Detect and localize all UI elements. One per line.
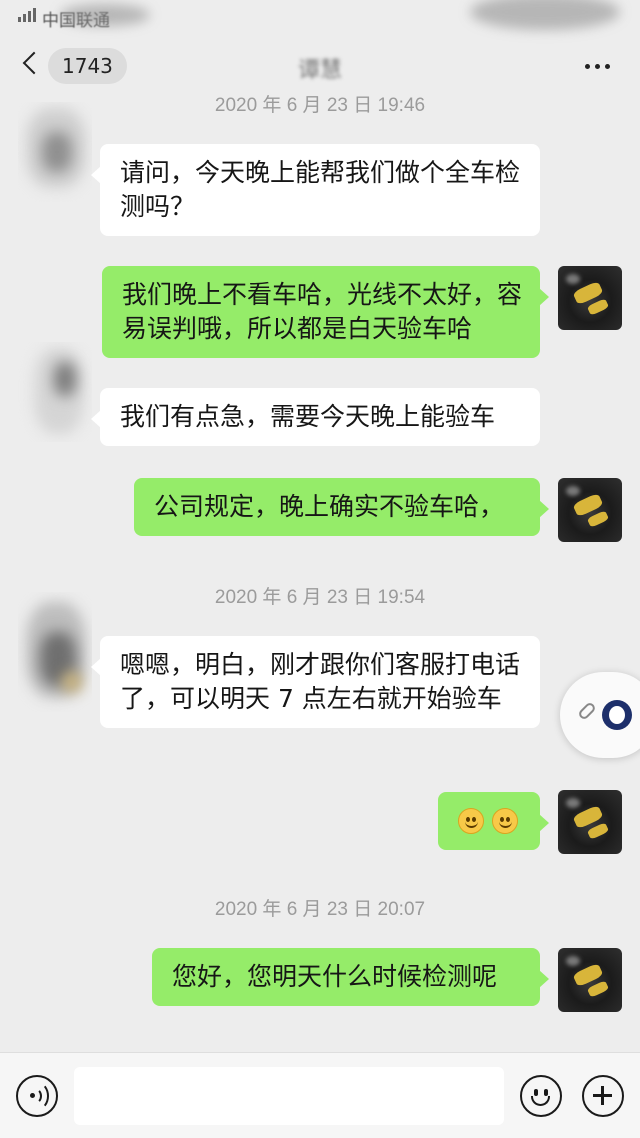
input-bar xyxy=(0,1052,640,1138)
user-avatar[interactable] xyxy=(558,478,622,542)
user-avatar[interactable] xyxy=(558,948,622,1012)
user-avatar[interactable] xyxy=(558,790,622,854)
message-list[interactable]: 2020 年 6 月 23 日 19:46 请问，今天晚上能帮我们做个全车检测吗… xyxy=(0,92,640,1052)
message-timestamp: 2020 年 6 月 23 日 19:54 xyxy=(214,587,426,608)
voice-input-icon[interactable] xyxy=(16,1075,58,1117)
outgoing-emoji-message[interactable] xyxy=(438,792,549,850)
contact-avatar[interactable] xyxy=(18,102,92,202)
more-options-icon[interactable] xyxy=(585,64,610,69)
contact-avatar[interactable] xyxy=(18,592,92,712)
signal-icon xyxy=(18,8,36,22)
message-input[interactable] xyxy=(74,1067,504,1125)
user-avatar[interactable] xyxy=(558,266,622,330)
emoji-icon[interactable] xyxy=(520,1075,562,1117)
chat-title: 谭慧 xyxy=(297,58,342,83)
smiling-face-icon xyxy=(458,808,484,834)
message-timestamp: 2020 年 6 月 23 日 20:07 xyxy=(214,899,426,920)
message-timestamp: 2020 年 6 月 23 日 19:46 xyxy=(214,95,426,116)
contact-avatar[interactable] xyxy=(18,342,92,442)
mini-avatar xyxy=(602,700,632,730)
outgoing-message[interactable]: 公司规定，晚上确实不验车哈， xyxy=(134,478,549,536)
more-functions-icon[interactable] xyxy=(582,1075,624,1117)
smiling-face-icon xyxy=(492,808,518,834)
link-icon xyxy=(577,701,597,721)
chat-header: 1743 谭慧 xyxy=(0,40,640,92)
status-bar: 中国联通 xyxy=(0,0,640,36)
incoming-message[interactable]: 嗯嗯，明白，刚才跟你们客服打电话了，可以明天 7 点左右就开始验车 xyxy=(91,636,540,728)
incoming-message[interactable]: 我们有点急，需要今天晚上能验车 xyxy=(91,388,540,446)
incoming-message[interactable]: 请问，今天晚上能帮我们做个全车检测吗？ xyxy=(91,144,540,236)
status-smudge-left xyxy=(60,4,150,26)
floating-window-widget[interactable] xyxy=(560,672,640,758)
outgoing-message[interactable]: 您好，您明天什么时候检测呢 xyxy=(152,948,549,1006)
status-smudge-right xyxy=(470,0,620,30)
outgoing-message[interactable]: 我们晚上不看车哈，光线不太好，容易误判哦，所以都是白天验车哈 xyxy=(102,266,549,358)
